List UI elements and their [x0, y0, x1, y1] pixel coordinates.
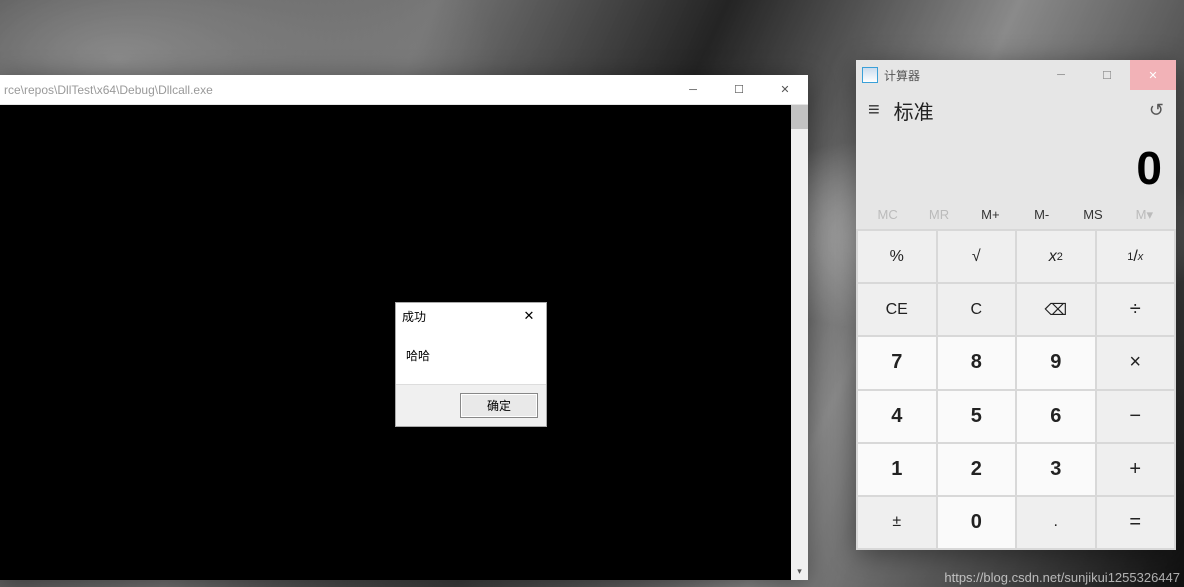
mem-mplus-button[interactable]: M+ [965, 201, 1016, 229]
mem-mminus-button[interactable]: M- [1016, 201, 1067, 229]
key-0[interactable]: 0 [938, 497, 1016, 548]
key-1[interactable]: 1 [858, 444, 936, 495]
key-5[interactable]: 5 [938, 391, 1016, 442]
key-3[interactable]: 3 [1017, 444, 1095, 495]
watermark-text: https://blog.csdn.net/sunjikui1255326447 [944, 570, 1180, 585]
key-recip-x: x [1138, 251, 1144, 263]
key-equals[interactable]: = [1097, 497, 1175, 548]
minimize-button[interactable]: ─ [670, 75, 716, 105]
messagebox-title: 成功 [402, 308, 518, 325]
calculator-mode-label: 标准 [894, 96, 1149, 125]
key-divide[interactable]: ÷ [1097, 284, 1175, 335]
key-multiply[interactable]: × [1097, 337, 1175, 388]
key-add[interactable]: + [1097, 444, 1175, 495]
messagebox-body: 哈哈 [396, 329, 546, 384]
scrollbar-down-icon[interactable]: ▾ [791, 563, 808, 580]
mem-ms-button[interactable]: MS [1067, 201, 1118, 229]
messagebox-window: 成功 ✕ 哈哈 确定 [395, 302, 547, 427]
key-negate[interactable]: ± [858, 497, 936, 548]
scrollbar-thumb[interactable] [791, 105, 808, 129]
calculator-window: 计算器 ─ ☐ ✕ ≡ 标准 ↺ 0 MC MR M+ M- MS M▾ % √… [856, 60, 1176, 550]
close-icon[interactable]: ✕ [518, 306, 540, 326]
key-ce[interactable]: CE [858, 284, 936, 335]
key-square[interactable]: x2 [1017, 231, 1095, 282]
console-titlebar[interactable]: rce\repos\DllTest\x64\Debug\Dllcall.exe … [0, 75, 808, 105]
calculator-header: ≡ 标准 ↺ [856, 90, 1176, 131]
close-button[interactable]: ✕ [1130, 60, 1176, 90]
calculator-app-icon [862, 67, 878, 83]
minimize-button[interactable]: ─ [1038, 60, 1084, 90]
key-8[interactable]: 8 [938, 337, 1016, 388]
calculator-display: 0 [856, 131, 1176, 201]
ok-button[interactable]: 确定 [460, 393, 538, 418]
close-button[interactable]: ✕ [762, 75, 808, 105]
console-title: rce\repos\DllTest\x64\Debug\Dllcall.exe [0, 83, 670, 97]
key-recip-num: 1 [1127, 251, 1133, 263]
key-2[interactable]: 2 [938, 444, 1016, 495]
key-backspace[interactable]: ⌫ [1017, 284, 1095, 335]
calculator-keypad: % √ x2 1/x CE C ⌫ ÷ 7 8 9 × 4 5 6 − 1 2 … [856, 229, 1176, 550]
key-c[interactable]: C [938, 284, 1016, 335]
memory-row: MC MR M+ M- MS M▾ [856, 201, 1176, 229]
calculator-titlebar[interactable]: 计算器 ─ ☐ ✕ [856, 60, 1176, 90]
key-decimal[interactable]: . [1017, 497, 1095, 548]
history-icon[interactable]: ↺ [1149, 100, 1164, 121]
window-controls: ─ ☐ ✕ [670, 75, 808, 105]
messagebox-titlebar[interactable]: 成功 ✕ [396, 303, 546, 329]
key-subtract[interactable]: − [1097, 391, 1175, 442]
key-percent[interactable]: % [858, 231, 936, 282]
maximize-button[interactable]: ☐ [716, 75, 762, 105]
key-square-base: x [1049, 248, 1057, 266]
key-square-sup: 2 [1057, 251, 1063, 263]
messagebox-footer: 确定 [396, 384, 546, 426]
maximize-button[interactable]: ☐ [1084, 60, 1130, 90]
key-9[interactable]: 9 [1017, 337, 1095, 388]
key-6[interactable]: 6 [1017, 391, 1095, 442]
menu-icon[interactable]: ≡ [868, 99, 880, 122]
mem-mlist-button[interactable]: M▾ [1119, 201, 1170, 229]
mem-mc-button[interactable]: MC [862, 201, 913, 229]
key-reciprocal[interactable]: 1/x [1097, 231, 1175, 282]
mem-mr-button[interactable]: MR [913, 201, 964, 229]
key-7[interactable]: 7 [858, 337, 936, 388]
key-sqrt[interactable]: √ [938, 231, 1016, 282]
key-4[interactable]: 4 [858, 391, 936, 442]
calculator-title: 计算器 [884, 67, 1038, 84]
console-scrollbar[interactable]: ▾ [791, 105, 808, 580]
